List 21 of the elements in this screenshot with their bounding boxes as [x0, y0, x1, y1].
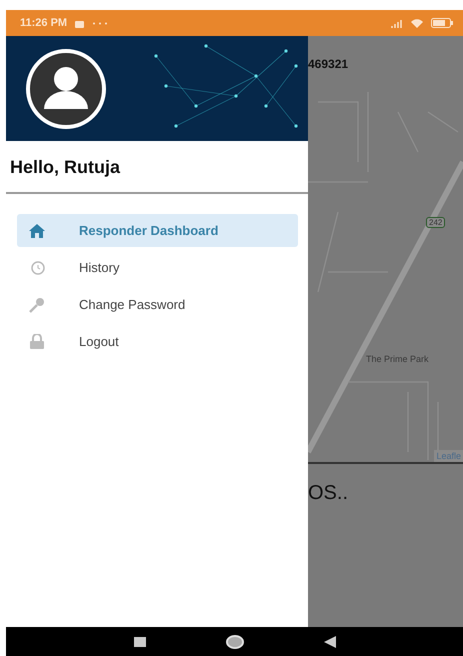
place-label: The Prime Park: [366, 354, 429, 364]
menu-item[interactable]: Change Password: [17, 288, 298, 321]
signal-icon: [391, 18, 403, 28]
history-icon: [29, 260, 45, 276]
home-button[interactable]: [226, 634, 244, 648]
battery-icon: [431, 18, 453, 28]
header-text: 469321: [308, 57, 348, 71]
menu-item[interactable]: Logout: [17, 325, 298, 358]
lock-icon: [30, 334, 44, 349]
recents-button[interactable]: [134, 636, 146, 646]
avatar-icon: [26, 48, 106, 128]
notification-icon: [75, 18, 84, 28]
wifi-icon: [411, 18, 423, 28]
back-button[interactable]: [324, 636, 336, 648]
key-icon: [29, 296, 45, 312]
status-time: 11:26 PM: [20, 17, 68, 29]
route-shield: 242: [426, 217, 446, 228]
more-dots-icon: [92, 22, 108, 24]
home-icon: [29, 224, 45, 238]
status-text: OS..: [308, 482, 348, 504]
menu-item[interactable]: History: [17, 251, 298, 284]
